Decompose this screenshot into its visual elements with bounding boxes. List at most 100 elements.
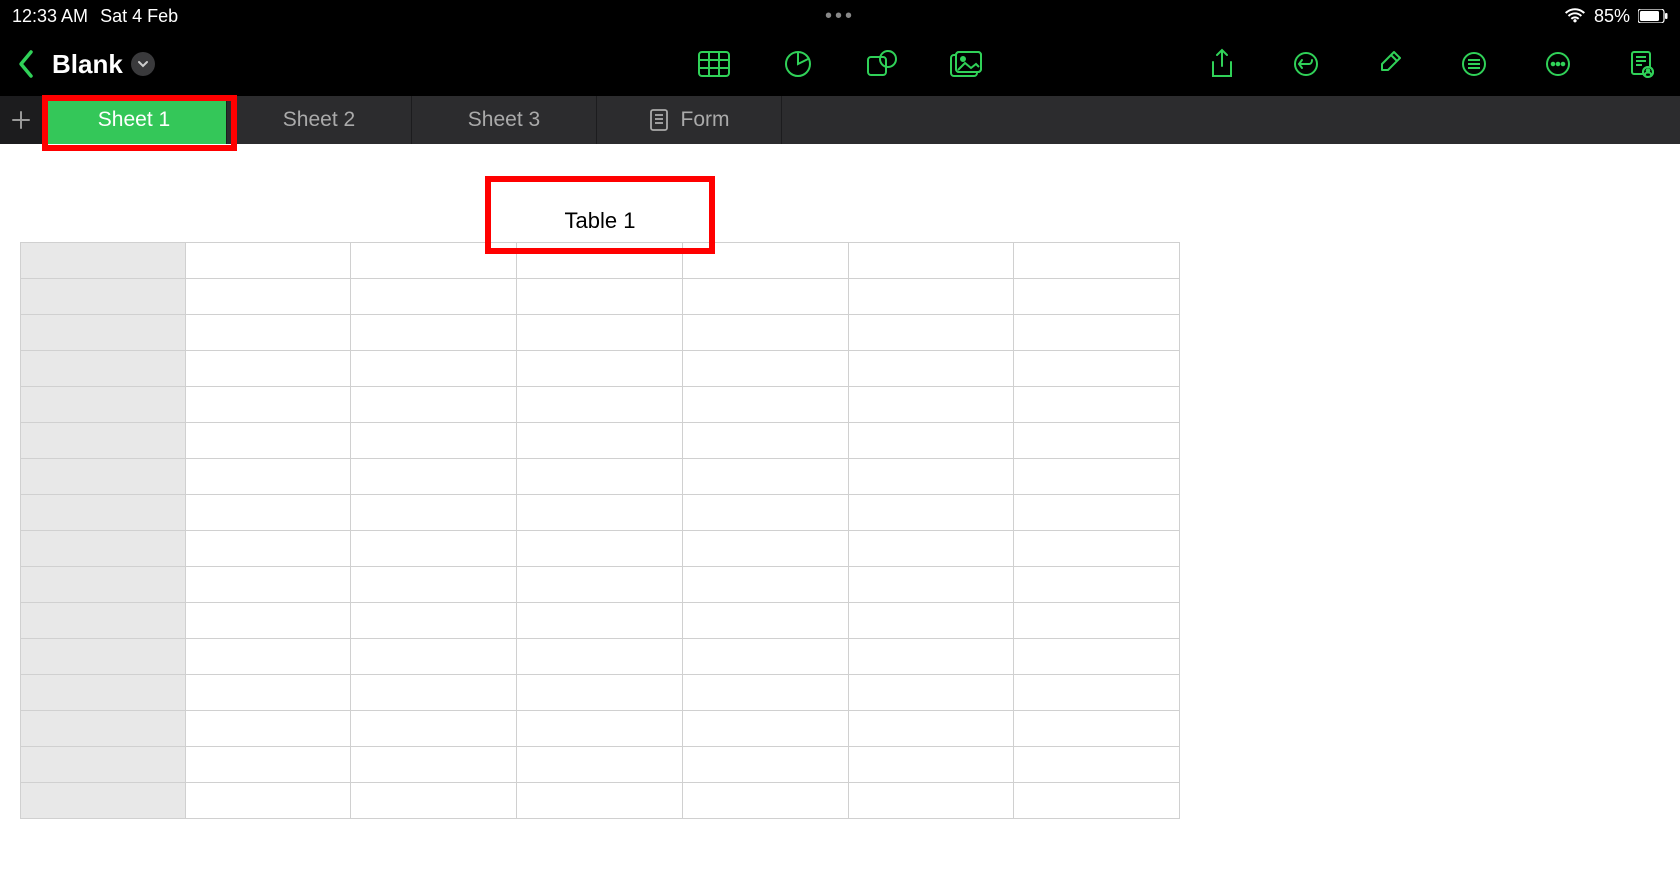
cell[interactable]	[517, 459, 683, 495]
format-brush-button[interactable]	[1372, 46, 1408, 82]
row-header[interactable]	[21, 567, 186, 603]
cell[interactable]	[682, 531, 848, 567]
cell[interactable]	[1014, 603, 1180, 639]
cell[interactable]	[351, 387, 517, 423]
cell[interactable]	[682, 351, 848, 387]
table-row[interactable]	[21, 315, 1180, 351]
cell[interactable]	[351, 747, 517, 783]
cell[interactable]	[517, 387, 683, 423]
tab-sheet-3[interactable]: Sheet 3	[412, 96, 597, 144]
cell[interactable]	[517, 315, 683, 351]
table-row[interactable]	[21, 459, 1180, 495]
cell[interactable]	[351, 783, 517, 819]
table-title[interactable]: Table 1	[20, 208, 1180, 234]
cell[interactable]	[1014, 315, 1180, 351]
document-options-button[interactable]	[1456, 46, 1492, 82]
cell[interactable]	[848, 567, 1014, 603]
cell[interactable]	[517, 711, 683, 747]
collaborate-button[interactable]	[1624, 46, 1660, 82]
row-header[interactable]	[21, 603, 186, 639]
table-row[interactable]	[21, 567, 1180, 603]
cell[interactable]	[185, 423, 351, 459]
cell[interactable]	[351, 315, 517, 351]
cell[interactable]	[848, 675, 1014, 711]
cell[interactable]	[848, 639, 1014, 675]
cell[interactable]	[185, 531, 351, 567]
cell[interactable]	[185, 603, 351, 639]
cell[interactable]	[848, 531, 1014, 567]
cell[interactable]	[517, 603, 683, 639]
column-header[interactable]	[185, 243, 351, 279]
row-header[interactable]	[21, 279, 186, 315]
add-sheet-button[interactable]	[0, 96, 42, 144]
cell[interactable]	[185, 387, 351, 423]
cell[interactable]	[682, 315, 848, 351]
cell[interactable]	[1014, 531, 1180, 567]
multitask-indicator[interactable]: •••	[825, 5, 855, 28]
column-header-row[interactable]	[21, 243, 1180, 279]
cell[interactable]	[517, 423, 683, 459]
share-button[interactable]	[1204, 46, 1240, 82]
row-header[interactable]	[21, 351, 186, 387]
cell[interactable]	[185, 783, 351, 819]
cell[interactable]	[517, 639, 683, 675]
table-row[interactable]	[21, 495, 1180, 531]
cell[interactable]	[351, 279, 517, 315]
row-header[interactable]	[21, 387, 186, 423]
cell[interactable]	[682, 603, 848, 639]
cell[interactable]	[185, 351, 351, 387]
cell[interactable]	[682, 711, 848, 747]
cell[interactable]	[185, 639, 351, 675]
column-header[interactable]	[1014, 243, 1180, 279]
undo-button[interactable]	[1288, 46, 1324, 82]
cell[interactable]	[1014, 747, 1180, 783]
cell[interactable]	[517, 351, 683, 387]
cell[interactable]	[1014, 279, 1180, 315]
insert-table-button[interactable]	[696, 46, 732, 82]
column-header[interactable]	[351, 243, 517, 279]
cell[interactable]	[517, 495, 683, 531]
insert-media-button[interactable]	[948, 46, 984, 82]
column-header[interactable]	[517, 243, 683, 279]
tab-sheet-1[interactable]: Sheet 1	[42, 96, 227, 144]
cell[interactable]	[682, 387, 848, 423]
cell[interactable]	[682, 495, 848, 531]
cell[interactable]	[682, 459, 848, 495]
cell[interactable]	[848, 351, 1014, 387]
cell[interactable]	[351, 639, 517, 675]
cell[interactable]	[848, 495, 1014, 531]
cell[interactable]	[185, 675, 351, 711]
cell[interactable]	[351, 567, 517, 603]
cell[interactable]	[517, 279, 683, 315]
cell[interactable]	[848, 315, 1014, 351]
row-header[interactable]	[21, 711, 186, 747]
cell[interactable]	[1014, 495, 1180, 531]
cell[interactable]	[351, 531, 517, 567]
cell[interactable]	[848, 387, 1014, 423]
cell[interactable]	[351, 459, 517, 495]
cell[interactable]	[682, 747, 848, 783]
cell[interactable]	[682, 279, 848, 315]
table-row[interactable]	[21, 279, 1180, 315]
cell[interactable]	[185, 711, 351, 747]
row-header[interactable]	[21, 423, 186, 459]
cell[interactable]	[1014, 351, 1180, 387]
cell[interactable]	[1014, 711, 1180, 747]
cell[interactable]	[185, 567, 351, 603]
cell[interactable]	[517, 567, 683, 603]
cell[interactable]	[682, 423, 848, 459]
more-button[interactable]	[1540, 46, 1576, 82]
cell[interactable]	[848, 423, 1014, 459]
insert-shape-button[interactable]	[864, 46, 900, 82]
cell[interactable]	[848, 747, 1014, 783]
insert-chart-button[interactable]	[780, 46, 816, 82]
cell[interactable]	[185, 315, 351, 351]
cell[interactable]	[1014, 387, 1180, 423]
cell[interactable]	[682, 639, 848, 675]
cell[interactable]	[1014, 423, 1180, 459]
row-header[interactable]	[21, 459, 186, 495]
cell[interactable]	[848, 279, 1014, 315]
row-header[interactable]	[21, 783, 186, 819]
cell[interactable]	[1014, 459, 1180, 495]
table-row[interactable]	[21, 603, 1180, 639]
